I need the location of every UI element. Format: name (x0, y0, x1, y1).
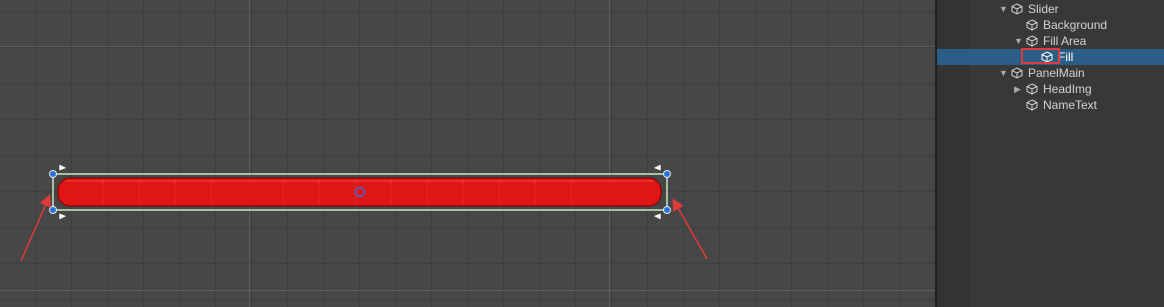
hierarchy-item-panelmain[interactable]: ▼ PanelMain (937, 65, 1164, 81)
corner-handle-bottom-left (49, 206, 57, 214)
hierarchy-item-label: NameText (1043, 98, 1098, 112)
collapsed-arrow-icon[interactable]: ▶ (1014, 84, 1021, 94)
scene-view[interactable] (0, 0, 935, 307)
hierarchy-item-label: PanelMain (1028, 66, 1085, 80)
cube-icon (1026, 19, 1038, 31)
hierarchy-item-background[interactable]: Background (937, 17, 1164, 33)
corner-handle-top-right (663, 170, 671, 178)
cube-icon (1011, 67, 1023, 79)
corner-handle-top-left (49, 170, 57, 178)
cube-icon (1026, 83, 1038, 95)
annotation-arrow-left (20, 194, 51, 262)
expand-arrow-icon[interactable]: ▼ (999, 4, 1008, 14)
hierarchy-item-slider[interactable]: ▼ Slider (937, 1, 1164, 17)
cube-icon (1026, 35, 1038, 47)
hierarchy-item-nametext[interactable]: NameText (937, 97, 1164, 113)
cube-icon (1026, 99, 1038, 111)
hierarchy-item-label: HeadImg (1043, 82, 1092, 96)
hierarchy-panel[interactable]: ▼ Slider Background ▼ Fill Area Fill ▼ P… (937, 0, 1164, 307)
hierarchy-item-headimg[interactable]: ▶ HeadImg (937, 81, 1164, 97)
hierarchy-item-label: Fill (1058, 50, 1074, 64)
expand-arrow-icon[interactable]: ▼ (999, 68, 1008, 78)
fill-item-annotation-box (1021, 48, 1060, 64)
hierarchy-item-label: Background (1043, 18, 1108, 32)
hierarchy-item-label: Fill Area (1043, 34, 1087, 48)
corner-handle-bottom-right (663, 206, 671, 214)
annotation-arrow-right (672, 198, 708, 260)
slider-canvas (20, 163, 708, 262)
hierarchy-item-label: Slider (1028, 2, 1059, 16)
hierarchy-item-fill-area[interactable]: ▼ Fill Area (937, 33, 1164, 49)
expand-arrow-icon[interactable]: ▼ (1014, 36, 1023, 46)
cube-icon (1011, 3, 1023, 15)
